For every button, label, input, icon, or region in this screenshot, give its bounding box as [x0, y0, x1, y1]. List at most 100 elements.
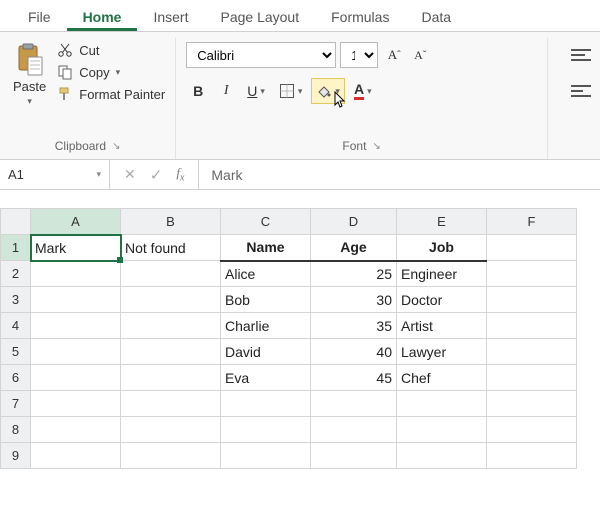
cell-A8[interactable] — [31, 417, 121, 443]
bold-button[interactable]: B — [186, 78, 210, 104]
col-header-C[interactable]: C — [221, 209, 311, 235]
col-header-A[interactable]: A — [31, 209, 121, 235]
cell-B1[interactable]: Not found — [121, 235, 221, 261]
row-header-4[interactable]: 4 — [1, 313, 31, 339]
cell-D6[interactable]: 45 — [311, 365, 397, 391]
cell-C3[interactable]: Bob — [221, 287, 311, 313]
cell-A1[interactable]: Mark — [31, 235, 121, 261]
align-left-button[interactable] — [566, 78, 596, 104]
align-top-button[interactable] — [566, 42, 596, 68]
row-header-2[interactable]: 2 — [1, 261, 31, 287]
row-header-5[interactable]: 5 — [1, 339, 31, 365]
tab-page-layout[interactable]: Page Layout — [204, 5, 315, 31]
row-header-7[interactable]: 7 — [1, 391, 31, 417]
cell-D8[interactable] — [311, 417, 397, 443]
tab-insert[interactable]: Insert — [137, 5, 204, 31]
cell-B3[interactable] — [121, 287, 221, 313]
row-header-1[interactable]: 1 — [1, 235, 31, 261]
cell-D9[interactable] — [311, 443, 397, 469]
tab-data[interactable]: Data — [405, 5, 467, 31]
cell-C7[interactable] — [221, 391, 311, 417]
border-button[interactable]: ▾ — [274, 78, 308, 104]
cell-E6[interactable]: Chef — [397, 365, 487, 391]
tab-file[interactable]: File — [12, 5, 67, 31]
cell-F3[interactable] — [487, 287, 577, 313]
format-painter-button[interactable]: Format Painter — [57, 86, 165, 102]
cell-C5[interactable]: David — [221, 339, 311, 365]
italic-button[interactable]: I — [214, 78, 238, 104]
cell-A9[interactable] — [31, 443, 121, 469]
formula-input[interactable]: Mark — [199, 167, 254, 183]
cell-B4[interactable] — [121, 313, 221, 339]
cell-F8[interactable] — [487, 417, 577, 443]
tab-home[interactable]: Home — [67, 5, 138, 31]
name-box[interactable]: A1 ▾ — [0, 160, 110, 189]
cell-E7[interactable] — [397, 391, 487, 417]
cell-D3[interactable]: 30 — [311, 287, 397, 313]
cell-C2[interactable]: Alice — [221, 261, 311, 287]
dialog-launcher-icon[interactable]: ↘ — [372, 141, 380, 152]
cell-A2[interactable] — [31, 261, 121, 287]
cell-E8[interactable] — [397, 417, 487, 443]
paste-button[interactable]: Paste ▾ — [10, 38, 49, 112]
cell-F1[interactable] — [487, 235, 577, 261]
cell-F4[interactable] — [487, 313, 577, 339]
cell-A7[interactable] — [31, 391, 121, 417]
cell-F7[interactable] — [487, 391, 577, 417]
cell-C9[interactable] — [221, 443, 311, 469]
select-all-corner[interactable] — [1, 209, 31, 235]
decrease-font-button[interactable]: Aˇ — [408, 42, 432, 68]
cell-D7[interactable] — [311, 391, 397, 417]
cut-button[interactable]: Cut — [57, 42, 165, 58]
cell-A6[interactable] — [31, 365, 121, 391]
cut-label: Cut — [79, 43, 99, 58]
cell-C1[interactable]: Name — [221, 235, 311, 261]
fill-color-button[interactable]: ▾ — [311, 78, 345, 104]
copy-button[interactable]: Copy ▾ — [57, 64, 165, 80]
dialog-launcher-icon[interactable]: ↘ — [112, 141, 120, 152]
col-header-B[interactable]: B — [121, 209, 221, 235]
col-header-D[interactable]: D — [311, 209, 397, 235]
increase-font-button[interactable]: Aˆ — [382, 42, 406, 68]
cell-D2[interactable]: 25 — [311, 261, 397, 287]
font-size-select[interactable]: 11 — [340, 42, 378, 68]
cell-C8[interactable] — [221, 417, 311, 443]
col-header-E[interactable]: E — [397, 209, 487, 235]
cell-B9[interactable] — [121, 443, 221, 469]
cell-C6[interactable]: Eva — [221, 365, 311, 391]
col-header-F[interactable]: F — [487, 209, 577, 235]
cell-D5[interactable]: 40 — [311, 339, 397, 365]
fx-icon[interactable]: fx — [176, 165, 184, 184]
cell-D4[interactable]: 35 — [311, 313, 397, 339]
font-color-button[interactable]: A ▾ — [349, 78, 377, 104]
row-header-9[interactable]: 9 — [1, 443, 31, 469]
cell-B5[interactable] — [121, 339, 221, 365]
tab-formulas[interactable]: Formulas — [315, 5, 405, 31]
cell-E4[interactable]: Artist — [397, 313, 487, 339]
row-header-6[interactable]: 6 — [1, 365, 31, 391]
font-name-select[interactable]: Calibri — [186, 42, 336, 68]
cell-F6[interactable] — [487, 365, 577, 391]
cell-A3[interactable] — [31, 287, 121, 313]
cell-B7[interactable] — [121, 391, 221, 417]
row-header-3[interactable]: 3 — [1, 287, 31, 313]
cell-B6[interactable] — [121, 365, 221, 391]
cell-F5[interactable] — [487, 339, 577, 365]
cell-B8[interactable] — [121, 417, 221, 443]
cell-E1[interactable]: Job — [397, 235, 487, 261]
cell-E9[interactable] — [397, 443, 487, 469]
row-header-8[interactable]: 8 — [1, 417, 31, 443]
cell-E2[interactable]: Engineer — [397, 261, 487, 287]
confirm-formula-button[interactable]: ✓ — [150, 166, 163, 184]
cell-D1[interactable]: Age — [311, 235, 397, 261]
cell-E3[interactable]: Doctor — [397, 287, 487, 313]
cell-F9[interactable] — [487, 443, 577, 469]
cell-A5[interactable] — [31, 339, 121, 365]
cell-A4[interactable] — [31, 313, 121, 339]
cell-E5[interactable]: Lawyer — [397, 339, 487, 365]
cell-F2[interactable] — [487, 261, 577, 287]
underline-button[interactable]: U▾ — [242, 78, 270, 104]
cell-C4[interactable]: Charlie — [221, 313, 311, 339]
cell-B2[interactable] — [121, 261, 221, 287]
cancel-formula-button[interactable]: ✕ — [124, 166, 136, 183]
